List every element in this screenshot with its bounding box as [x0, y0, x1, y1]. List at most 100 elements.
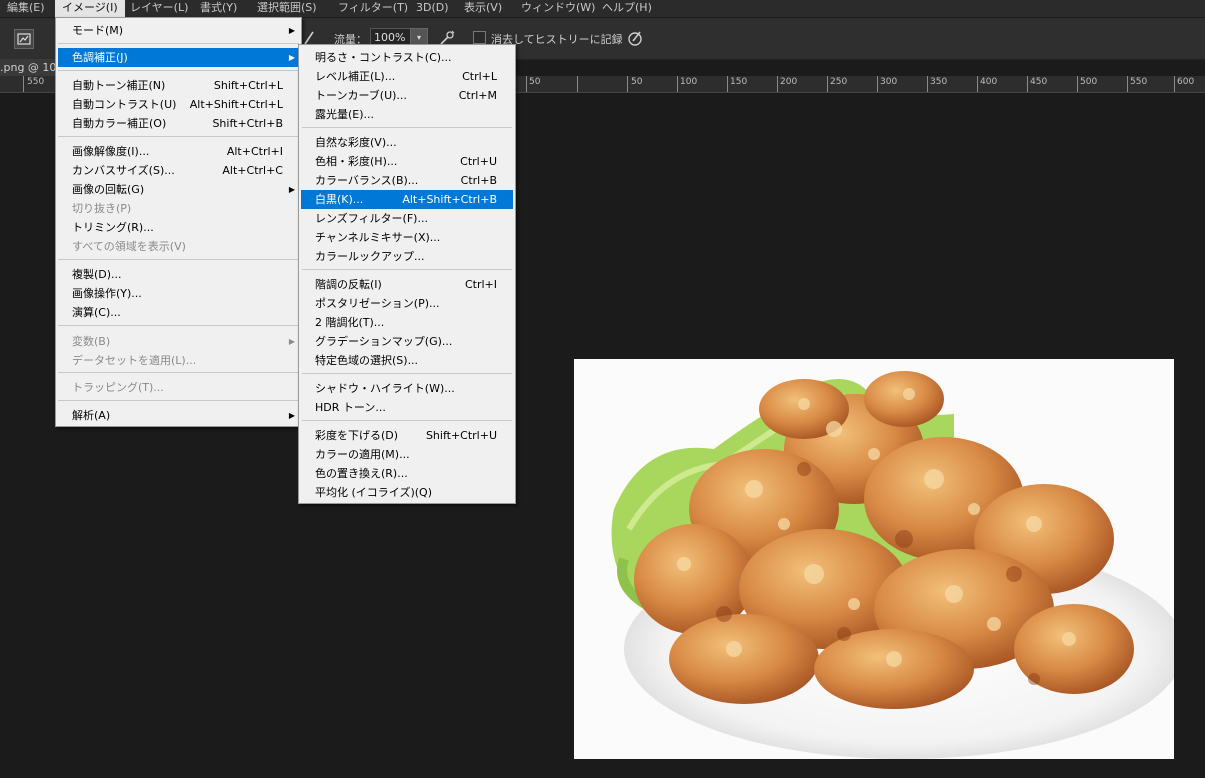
menu-item-shortcut: Ctrl+M: [458, 89, 497, 102]
menu-item-adjustments[interactable]: 色調補正(J) ▶: [58, 48, 299, 67]
menu-item-calculations[interactable]: 演算(C)...: [58, 303, 299, 322]
flow-value: 100%: [374, 31, 406, 44]
menu-3d[interactable]: 3D(D): [409, 0, 456, 17]
menu-item-shortcut: Ctrl+L: [462, 70, 497, 83]
submenu-item-vibrance[interactable]: 自然な彩度(V)...: [301, 133, 513, 152]
menu-separator: [302, 269, 512, 270]
submenu-item-gradient-map[interactable]: グラデーションマップ(G)...: [301, 332, 513, 351]
ruler-label: 250: [830, 77, 848, 87]
menu-item-label: カンバスサイズ(S)...: [72, 164, 175, 177]
menu-layer[interactable]: レイヤー(L): [123, 0, 195, 17]
menu-type[interactable]: 書式(Y): [193, 0, 244, 17]
document-tab-title: .png @ 10: [0, 61, 57, 74]
menu-item-label: レベル補正(L)...: [315, 70, 396, 83]
menu-item-label: 画像の回転(G): [72, 183, 145, 196]
submenu-item-threshold[interactable]: 2 階調化(T)...: [301, 313, 513, 332]
menu-item-canvas-size[interactable]: カンバスサイズ(S)... Alt+Ctrl+C: [58, 161, 299, 180]
submenu-item-channel-mixer[interactable]: チャンネルミキサー(X)...: [301, 228, 513, 247]
menu-item-auto-tone[interactable]: 自動トーン補正(N) Shift+Ctrl+L: [58, 76, 299, 95]
menu-item-apply-image[interactable]: 画像操作(Y)...: [58, 284, 299, 303]
image-menu: モード(M) ▶ 色調補正(J) ▶ 自動トーン補正(N) Shift+Ctrl…: [55, 17, 302, 427]
menu-image[interactable]: イメージ(I): [55, 0, 125, 17]
menu-item-analysis[interactable]: 解析(A) ▶: [58, 406, 299, 425]
canvas-image[interactable]: [574, 359, 1174, 759]
menu-item-label: 特定色域の選択(S)...: [315, 354, 419, 367]
menu-item-trim[interactable]: トリミング(R)...: [58, 218, 299, 237]
submenu-item-curves[interactable]: トーンカーブ(U)... Ctrl+M: [301, 86, 513, 105]
ruler-tick: [827, 76, 828, 92]
submenu-item-black-white[interactable]: 白黒(K)... Alt+Shift+Ctrl+B: [301, 190, 513, 209]
submenu-item-levels[interactable]: レベル補正(L)... Ctrl+L: [301, 67, 513, 86]
menu-item-label: 自動トーン補正(N): [72, 79, 166, 92]
submenu-arrow-icon: ▶: [288, 185, 295, 194]
menu-item-shortcut: Shift+Ctrl+B: [212, 117, 283, 130]
ruler-tick: [777, 76, 778, 92]
menu-item-label: 切り抜き(P): [72, 202, 132, 215]
submenu-item-invert[interactable]: 階調の反転(I) Ctrl+I: [301, 275, 513, 294]
menu-item-label: トラッピング(T)...: [72, 381, 164, 394]
menu-item-duplicate[interactable]: 複製(D)...: [58, 265, 299, 284]
tool-preset-icon[interactable]: [14, 29, 34, 49]
submenu-item-desaturate[interactable]: 彩度を下げる(D) Shift+Ctrl+U: [301, 426, 513, 445]
submenu-item-hdr-toning[interactable]: HDR トーン...: [301, 398, 513, 417]
menu-separator: [58, 70, 299, 71]
ruler-tick: [1027, 76, 1028, 92]
menu-item-shortcut: Alt+Shift+Ctrl+L: [189, 98, 283, 111]
submenu-item-photo-filter[interactable]: レンズフィルター(F)...: [301, 209, 513, 228]
menu-item-label: グラデーションマップ(G)...: [315, 335, 453, 348]
menu-separator: [58, 372, 299, 373]
submenu-item-equalize[interactable]: 平均化 (イコライズ)(Q): [301, 483, 513, 502]
submenu-item-brightness-contrast[interactable]: 明るさ・コントラスト(C)...: [301, 48, 513, 67]
menu-item-label: 画像操作(Y)...: [72, 287, 142, 300]
submenu-item-match-color[interactable]: カラーの適用(M)...: [301, 445, 513, 464]
menu-help[interactable]: ヘルプ(H): [595, 0, 659, 17]
menu-item-label: 自然な彩度(V)...: [315, 136, 397, 149]
submenu-item-posterize[interactable]: ポスタリゼーション(P)...: [301, 294, 513, 313]
ruler-tick: [977, 76, 978, 92]
menu-item-label: シャドウ・ハイライト(W)...: [315, 382, 455, 395]
ruler-label: 50: [529, 77, 541, 87]
menu-item-crop: 切り抜き(P): [58, 199, 299, 218]
document-tab[interactable]: .png @ 10: [0, 59, 58, 76]
ruler-tick: [677, 76, 678, 92]
submenu-item-selective-color[interactable]: 特定色域の選択(S)...: [301, 351, 513, 370]
menu-item-label: カラールックアップ...: [315, 250, 425, 263]
menu-select[interactable]: 選択範囲(S): [250, 0, 324, 17]
ruler-tick: [727, 76, 728, 92]
menu-item-trap: トラッピング(T)...: [58, 378, 299, 397]
submenu-item-color-balance[interactable]: カラーバランス(B)... Ctrl+B: [301, 171, 513, 190]
ruler-tick: [1077, 76, 1078, 92]
menu-edit[interactable]: 編集(E): [0, 0, 52, 17]
menu-item-auto-color[interactable]: 自動カラー補正(O) Shift+Ctrl+B: [58, 114, 299, 133]
menu-item-shortcut: Ctrl+I: [464, 278, 497, 291]
ruler-tick: [877, 76, 878, 92]
menu-item-label: カラーバランス(B)...: [315, 174, 419, 187]
submenu-item-shadows-highlights[interactable]: シャドウ・ハイライト(W)...: [301, 379, 513, 398]
menu-item-label: トーンカーブ(U)...: [315, 89, 407, 102]
adjustments-submenu: 明るさ・コントラスト(C)... レベル補正(L)... Ctrl+L トーンカ…: [298, 44, 516, 504]
pressure-icon[interactable]: [626, 29, 644, 47]
menu-filter[interactable]: フィルター(T): [331, 0, 415, 17]
ruler-tick: [23, 76, 24, 92]
menu-item-auto-contrast[interactable]: 自動コントラスト(U) Alt+Shift+Ctrl+L: [58, 95, 299, 114]
menu-item-label: チャンネルミキサー(X)...: [315, 231, 441, 244]
menu-item-image-rotation[interactable]: 画像の回転(G) ▶: [58, 180, 299, 199]
submenu-item-color-lookup[interactable]: カラールックアップ...: [301, 247, 513, 266]
menu-item-reveal-all: すべての領域を表示(V): [58, 237, 299, 256]
ruler-label: 550: [27, 77, 45, 87]
submenu-item-hue-saturation[interactable]: 色相・彩度(H)... Ctrl+U: [301, 152, 513, 171]
ruler-label: 350: [930, 77, 948, 87]
menu-window[interactable]: ウィンドウ(W): [514, 0, 602, 17]
ruler-label: 200: [780, 77, 798, 87]
menu-item-label: 解析(A): [72, 409, 111, 422]
menu-bar: 編集(E) イメージ(I) レイヤー(L) 書式(Y) 選択範囲(S) フィルタ…: [0, 0, 1205, 17]
menu-item-shortcut: Shift+Ctrl+L: [213, 79, 283, 92]
erase-history-checkbox[interactable]: [473, 31, 486, 44]
menu-item-image-size[interactable]: 画像解像度(I)... Alt+Ctrl+I: [58, 142, 299, 161]
submenu-item-exposure[interactable]: 露光量(E)...: [301, 105, 513, 124]
menu-item-mode[interactable]: モード(M) ▶: [58, 21, 299, 40]
menu-item-label: HDR トーン...: [315, 401, 386, 414]
submenu-item-replace-color[interactable]: 色の置き換え(R)...: [301, 464, 513, 483]
menu-view[interactable]: 表示(V): [457, 0, 509, 17]
ruler-label: 550: [1130, 77, 1148, 87]
